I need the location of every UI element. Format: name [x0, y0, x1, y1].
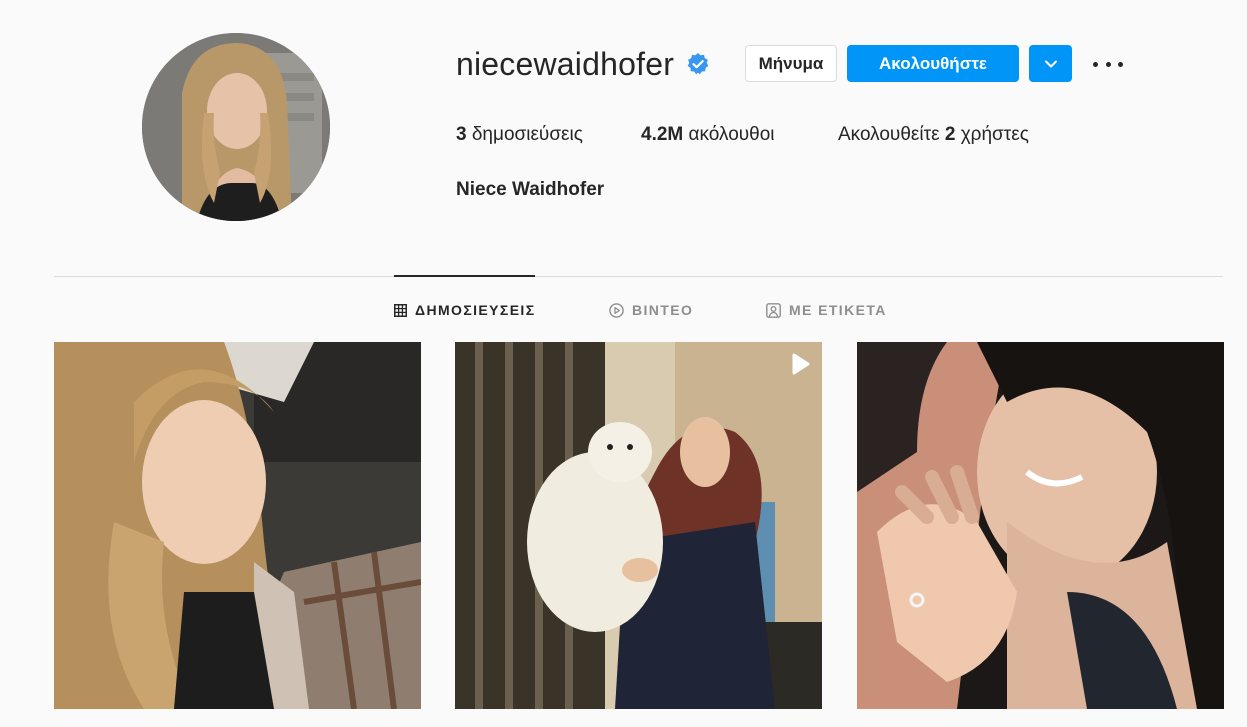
- play-circle-icon: [609, 302, 624, 318]
- following-count: 2: [944, 124, 956, 145]
- posts-count: 3: [456, 124, 467, 145]
- suggestions-dropdown-button[interactable]: [1029, 45, 1072, 82]
- grid-icon: [394, 303, 407, 317]
- post-thumbnail[interactable]: [857, 342, 1224, 709]
- followers-label: ακόλουθοι: [688, 124, 775, 145]
- tab-posts-label: ΔΗΜΟΣΙΕΥΣΕΙΣ: [415, 302, 536, 318]
- following-suffix: χρήστες: [960, 124, 1029, 145]
- profile-full-name: Niece Waidhofer: [456, 179, 605, 200]
- tabs-divider: [54, 276, 1223, 277]
- tab-tagged[interactable]: ΜΕ ΕΤΙΚΕΤΑ: [766, 300, 887, 320]
- following-stat[interactable]: Ακολουθείτε 2 χρήστες: [838, 124, 1029, 146]
- more-dot: [1093, 61, 1098, 67]
- post-thumbnail[interactable]: [455, 342, 822, 709]
- posts-label: δημοσιεύσεις: [471, 124, 583, 145]
- tab-videos-label: ΒΙΝΤΕΟ: [632, 302, 694, 318]
- more-dot: [1118, 61, 1123, 67]
- active-tab-indicator: [394, 275, 535, 277]
- tab-videos[interactable]: ΒΙΝΤΕΟ: [609, 300, 693, 320]
- profile-username: niecewaidhofer: [456, 46, 675, 82]
- more-dot: [1105, 61, 1111, 67]
- followers-stat[interactable]: 4.2M ακόλουθοι: [641, 124, 775, 146]
- followers-count: 4.2M: [641, 124, 684, 145]
- more-options-icon[interactable]: [1093, 53, 1123, 75]
- tab-tagged-label: ΜΕ ΕΤΙΚΕΤΑ: [789, 302, 887, 318]
- verified-badge-icon: [687, 53, 709, 75]
- profile-avatar[interactable]: [142, 33, 330, 221]
- following-prefix: Ακολουθείτε: [838, 124, 940, 145]
- chevron-down-icon: [1044, 60, 1057, 67]
- tagged-user-icon: [766, 302, 781, 318]
- post-thumbnail[interactable]: [54, 342, 421, 709]
- tab-posts[interactable]: ΔΗΜΟΣΙΕΥΣΕΙΣ: [394, 300, 536, 320]
- follow-button[interactable]: Ακολουθήστε: [847, 45, 1019, 82]
- message-button[interactable]: Μήνυμα: [745, 45, 837, 82]
- posts-count-stat: 3 δημοσιεύσεις: [456, 124, 583, 146]
- video-play-icon: [792, 353, 810, 375]
